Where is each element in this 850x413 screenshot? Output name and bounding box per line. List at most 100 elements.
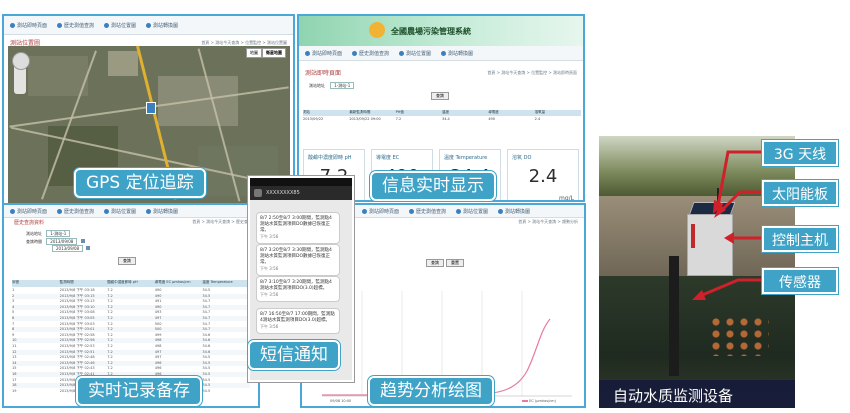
- table-cell: 2013/9/8 下午 03:05: [59, 316, 95, 320]
- trend-query-button[interactable]: 查詢: [426, 259, 444, 267]
- record-query-button[interactable]: 查詢: [118, 257, 136, 265]
- map-pan-icon[interactable]: [12, 52, 30, 70]
- station-icon: [146, 22, 152, 28]
- table-row: 8 2013/9/8 下午 03:01 7.2 500 34.7: [12, 327, 250, 333]
- arrow-antenna: [716, 150, 762, 207]
- table-cell: 1: [12, 288, 15, 292]
- table-cell: 498: [154, 338, 162, 343]
- arrow-sensor: [699, 278, 762, 298]
- table-cell: 7.2: [107, 316, 113, 320]
- nav-item-history[interactable]: 歷史測值查詢: [409, 208, 446, 215]
- nav-item-location[interactable]: 測站位置圖: [399, 50, 431, 57]
- table-row: 4 2013/9/8 下午 03:10 7.2 490 34.7: [12, 304, 250, 310]
- table-cell: 17: [12, 377, 17, 382]
- table-cell: 2013/9/8 下午 02:53: [59, 344, 95, 348]
- table-cell: 34.7: [202, 304, 211, 309]
- gps-caption: GPS 定位追踪: [74, 168, 206, 198]
- nav-item-history[interactable]: 歷史測值查詢: [352, 50, 389, 57]
- calendar-icon[interactable]: [86, 246, 91, 250]
- sms-caption: 短信通知: [248, 340, 340, 370]
- trend-caption: 趋势分析绘图: [368, 376, 494, 406]
- table-cell: 7.2: [107, 366, 113, 371]
- satellite-button[interactable]: 衛星地圖: [262, 48, 286, 58]
- table-cell: 2013/9/8 下午 03:10: [59, 304, 95, 309]
- table-cell: 7.2: [107, 327, 113, 332]
- table-cell: 2013/9/8 下午 02:58: [59, 332, 95, 337]
- table-cell: 2013/9/8 下午 03:08: [59, 310, 95, 315]
- table-cell: 34.5: [202, 372, 211, 376]
- station-icon: [10, 22, 15, 28]
- calendar-icon[interactable]: [80, 239, 85, 243]
- callout-sensor: 传感器: [762, 268, 838, 294]
- table-cell: 34.7: [202, 310, 211, 315]
- nav-item-convert[interactable]: 測站轉換圖: [498, 208, 530, 215]
- table-row: 13 2013/9/8 下午 02:48 7.2 497 34.5: [12, 355, 250, 361]
- table-cell: 34.5: [202, 388, 211, 393]
- info-breadcrumb: 首頁 > 測站今天查詢 > 位置監控 > 測站即時頁面: [487, 70, 577, 75]
- map-button[interactable]: 地圖: [246, 48, 262, 58]
- map-type-buttons: 地圖 衛星地圖: [246, 48, 286, 58]
- table-row: 5 2013/9/8 下午 03:08 7.2 493 34.7: [12, 310, 250, 316]
- nav-item-convert[interactable]: 測站轉換圖: [146, 208, 178, 215]
- table-row: 9 2013/9/8 下午 02:58 7.2 499 34.6: [12, 332, 250, 338]
- system-header: 全國農場污染管理系統: [299, 16, 583, 46]
- table-row: 2 2013/9/8 下午 03:15 7.2 490 34.5: [12, 293, 250, 299]
- x-tick-label: 09/08 10:00: [330, 399, 352, 403]
- station-icon: [104, 208, 110, 214]
- nav-item-history[interactable]: 歷史測值查詢: [57, 22, 94, 29]
- station-icon: [57, 22, 63, 28]
- station-marker-icon[interactable]: [146, 102, 156, 114]
- nav-item-realtime[interactable]: 測站即時頁面: [305, 50, 342, 57]
- table-cell: 490: [154, 293, 162, 298]
- table-cell: 34.6: [202, 344, 211, 348]
- table-cell: 2013/9/8 下午 02:51: [59, 349, 95, 354]
- table-cell: 7: [12, 321, 15, 326]
- table-cell: 7.2: [107, 355, 113, 360]
- table-cell: 497: [154, 316, 162, 320]
- table-cell: 18: [12, 383, 17, 388]
- nav-item-location[interactable]: 測站位置圖: [104, 22, 136, 29]
- station-icon: [362, 208, 367, 214]
- station-select[interactable]: 1-測站-1: [330, 82, 355, 89]
- record-table-header: 序號 監測時間 酸鹼中濃度即時 pH 導電度 EC μmhos/cm 溫度 Te…: [12, 280, 250, 287]
- table-cell: 500: [154, 327, 162, 332]
- nav-item-convert[interactable]: 測站轉換圖: [441, 50, 473, 57]
- table-cell: 7.2: [107, 344, 113, 348]
- table-cell: 2: [12, 293, 15, 298]
- phone-status-bar: [250, 178, 352, 186]
- nav-item-realtime[interactable]: 測站即時頁面: [362, 208, 399, 215]
- record-nav-bar: 測站即時頁面 歷史測值查詢 測站位置圖 測站轉換圖: [4, 205, 258, 218]
- table-cell: 2013/9/8 下午 02:43: [59, 366, 95, 371]
- callout-3g-antenna: 3G 天线: [762, 140, 838, 166]
- table-cell: 5: [12, 310, 15, 315]
- table-cell: 8: [12, 327, 15, 332]
- nav-item-convert[interactable]: 測站轉換圖: [146, 22, 178, 29]
- table-cell: 34.5: [202, 360, 211, 365]
- callout-solar-panel: 太阳能板: [762, 180, 838, 206]
- table-row: 10 2013/9/8 下午 02:56 7.2 498 34.6: [12, 338, 250, 344]
- nav-item-location[interactable]: 測站位置圖: [456, 208, 488, 215]
- table-cell: 16: [12, 372, 17, 376]
- table-cell: 7.2: [107, 310, 113, 315]
- table-row: 6 2013/9/8 下午 03:05 7.2 497 34.7: [12, 316, 250, 321]
- legend-swatch: [522, 400, 528, 402]
- nav-item-realtime[interactable]: 測站即時頁面: [10, 22, 47, 29]
- table-row: 3 2013/9/8 下午 03:13 7.2 491 34.7: [12, 299, 250, 305]
- station-select[interactable]: 1-測站-1: [46, 230, 71, 237]
- date-from-field[interactable]: 2013/09/08: [46, 238, 78, 245]
- trend-reset-button[interactable]: 重置: [446, 259, 464, 267]
- table-row: 1 2013/9/8 下午 03:18 7.2 490 34.5: [12, 288, 250, 293]
- table-cell: 7.2: [107, 332, 113, 337]
- nav-item-location[interactable]: 測站位置圖: [104, 208, 136, 215]
- station-icon: [441, 50, 447, 56]
- nav-item-history[interactable]: 歷史測值查詢: [57, 208, 94, 215]
- table-cell: 13: [12, 355, 17, 360]
- chart-legend: EC (μmhos/cm): [522, 399, 556, 403]
- metric-do: 溶氧 DO 2.4 mg/L: [507, 149, 579, 200]
- date-to-field[interactable]: 2013/09/08: [52, 245, 84, 252]
- info-query-button[interactable]: 查詢: [431, 92, 449, 100]
- filter-label: 測站地址: [309, 83, 325, 88]
- nav-item-realtime[interactable]: 測站即時頁面: [10, 208, 47, 215]
- table-cell: 7.2: [107, 360, 113, 365]
- metric-value: 2.4: [528, 166, 558, 187]
